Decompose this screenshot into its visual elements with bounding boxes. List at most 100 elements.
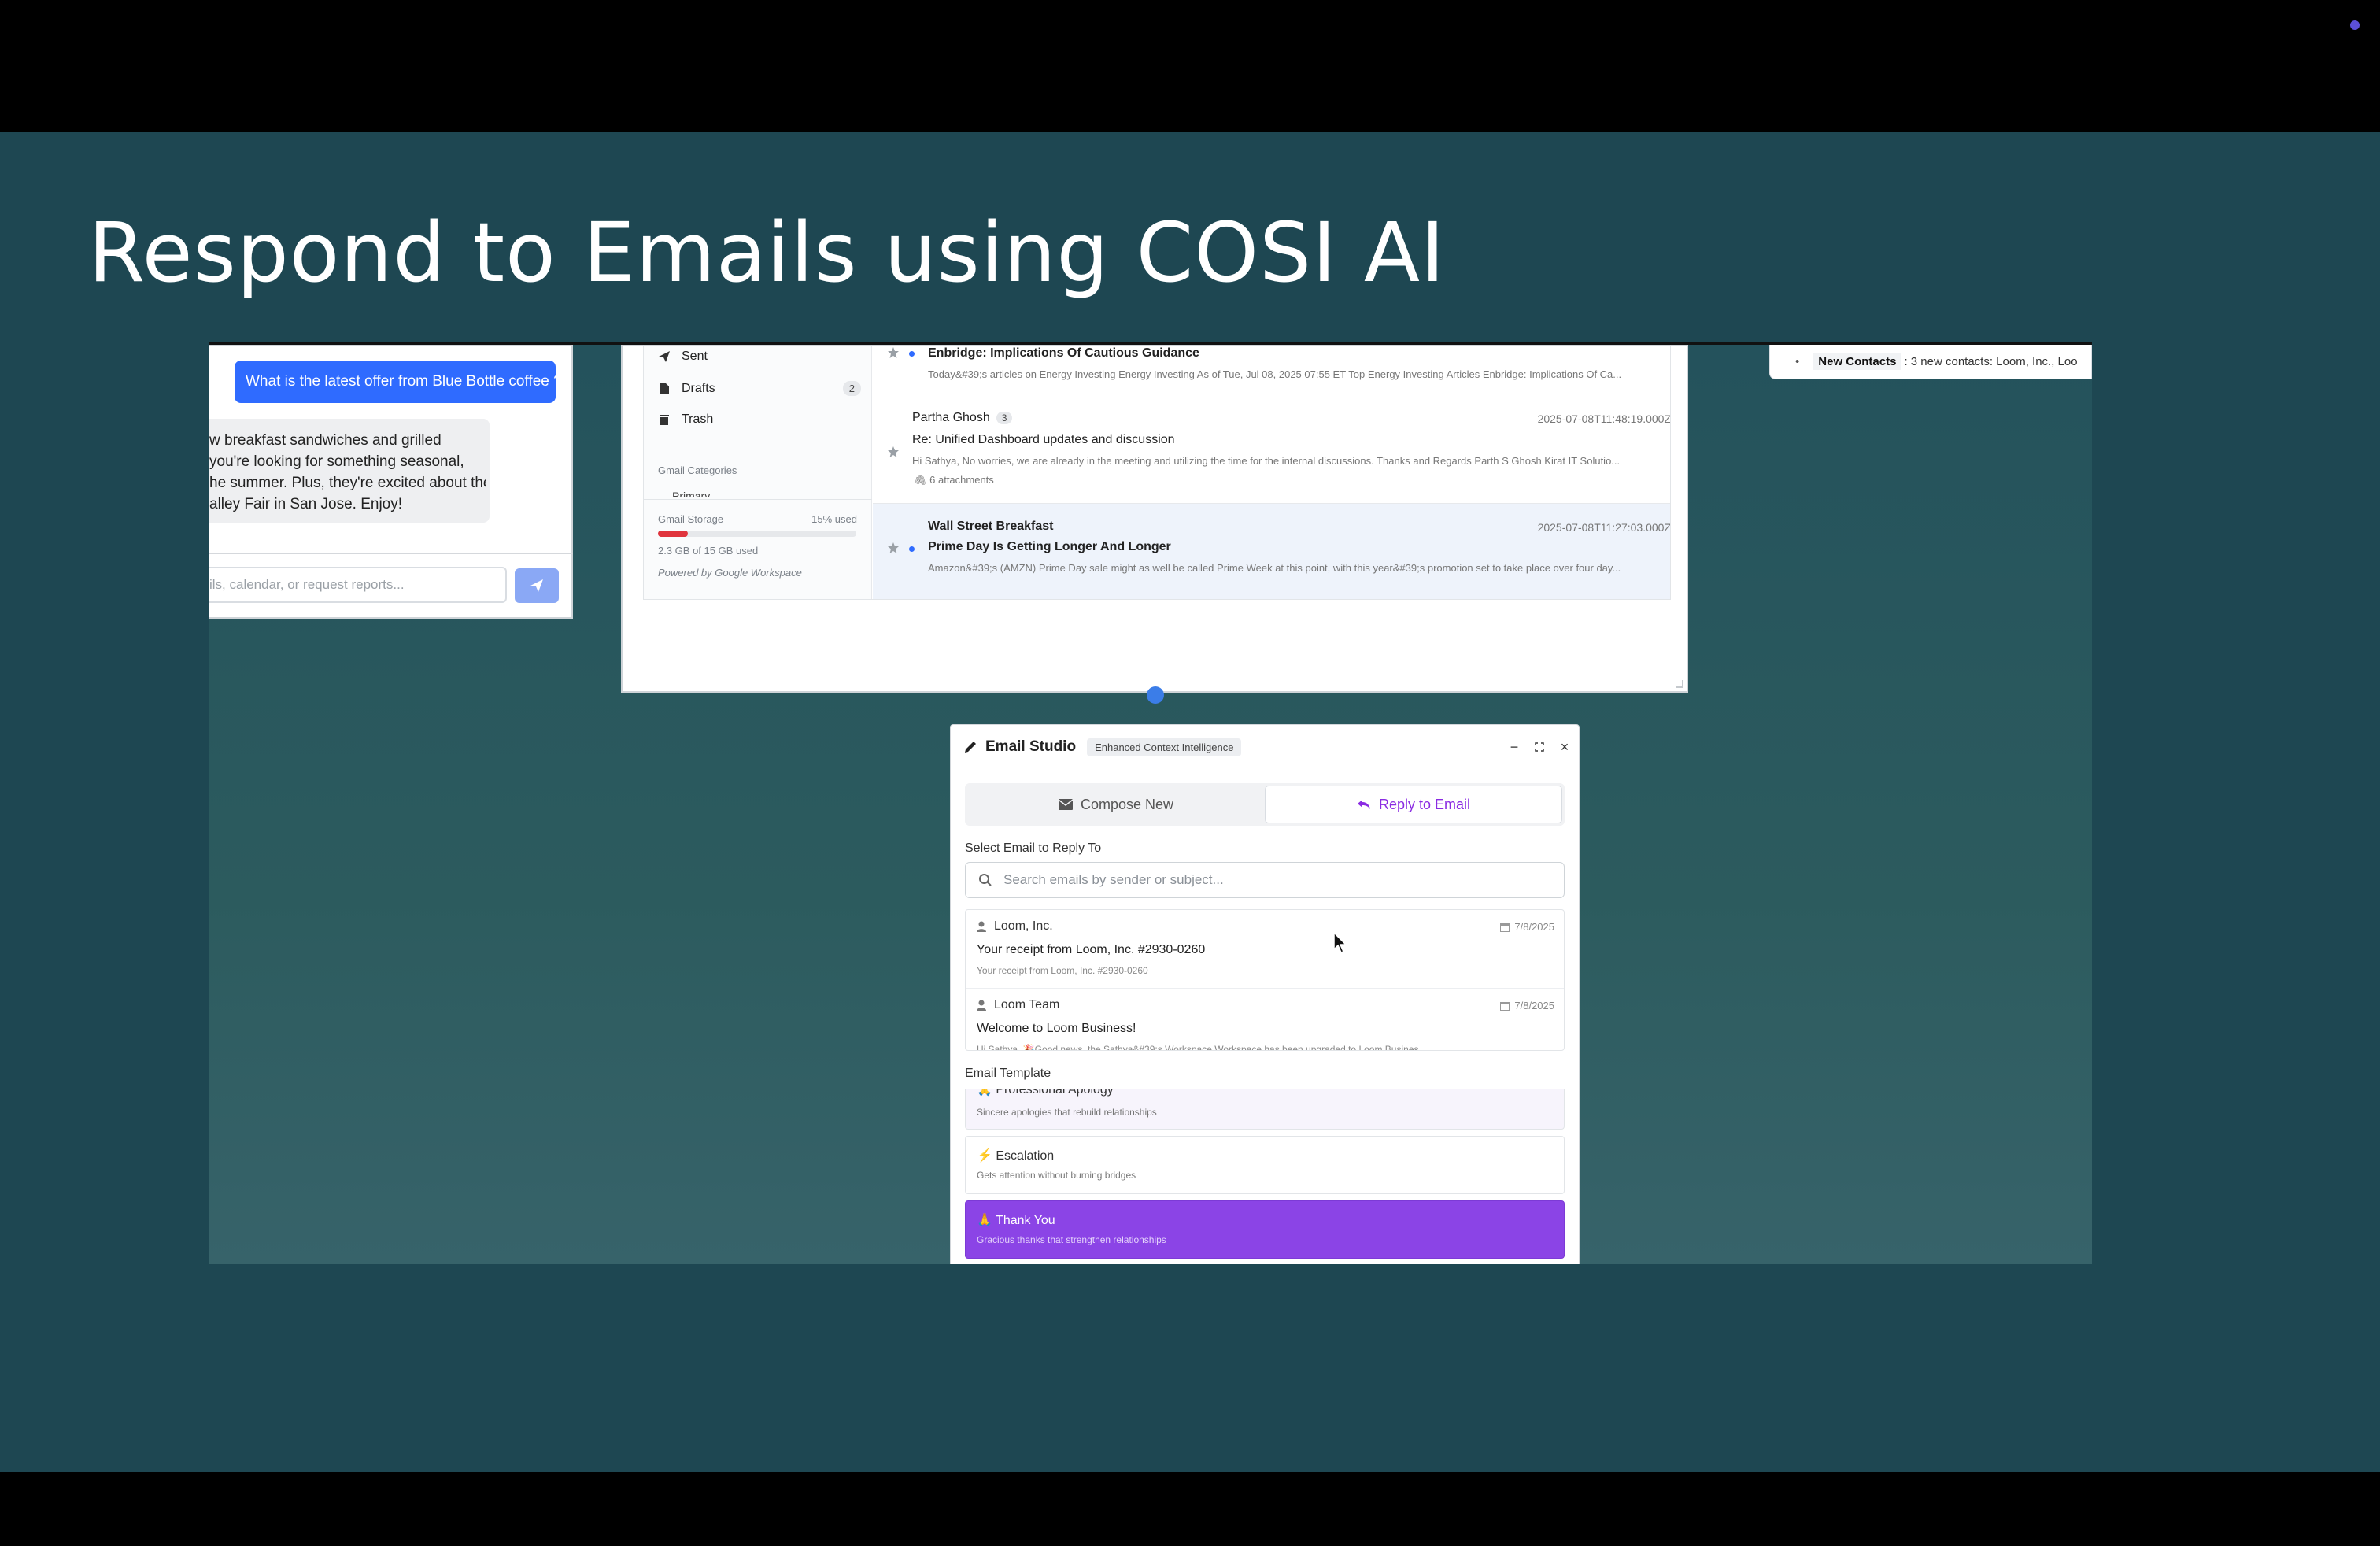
star-icon[interactable] — [887, 446, 900, 458]
email-snippet: Today&#39;s articles on Energy Investing… — [928, 368, 1622, 380]
email-subject: Enbridge: Implications Of Cautious Guida… — [928, 346, 1199, 360]
sidebar-item-drafts[interactable]: Drafts 2 — [658, 381, 861, 396]
chat-ai-message-line: alley Fair in San Jose. Enjoy! — [209, 496, 403, 512]
storage-used-text: 2.3 GB of 15 GB used — [658, 545, 759, 557]
search-input[interactable]: Search emails by sender or subject... — [965, 862, 1565, 898]
storage-progress-bar — [658, 531, 856, 537]
email-date: 2025-07-08T11:48:19.000Z — [1537, 412, 1671, 425]
reply-email-preview: Hi Sathya, 🎉Good news, the Sathya&#39;s … — [977, 1044, 1419, 1051]
reply-email-date-text: 7/8/2025 — [1514, 921, 1554, 933]
bottom-black-bar — [0, 1472, 2380, 1546]
reply-email-date-text: 7/8/2025 — [1514, 1000, 1554, 1012]
user-icon — [977, 1000, 986, 1011]
template-thank-you[interactable]: 🙏 Thank You Gracious thanks that strengt… — [965, 1200, 1565, 1259]
attachments-label: 🖇 6 attachments — [914, 474, 994, 486]
email-sender: Wall Street Breakfast — [928, 520, 1054, 533]
email-subject: Prime Day Is Getting Longer And Longer — [928, 540, 1171, 553]
search-icon — [978, 873, 992, 887]
reply-email-item[interactable]: Loom, Inc. 7/8/2025 Your receipt from Lo… — [966, 910, 1564, 989]
tab-label: Reply to Email — [1378, 796, 1471, 812]
chat-input[interactable]: ils, calendar, or request reports... — [209, 567, 507, 603]
close-icon[interactable]: × — [1557, 739, 1572, 755]
star-icon[interactable] — [887, 542, 900, 554]
email-studio-title: Email Studio — [985, 738, 1077, 755]
reply-email-list: Loom, Inc. 7/8/2025 Your receipt from Lo… — [965, 909, 1565, 1051]
chat-ai-message: w breakfast sandwiches and grilled you'r… — [209, 419, 490, 523]
studio-tabs: Compose New Reply to Email — [965, 783, 1565, 826]
chat-send-button[interactable] — [515, 568, 559, 603]
expand-icon[interactable] — [1532, 739, 1547, 755]
reply-email-date: 7/8/2025 — [1500, 1000, 1554, 1012]
envelope-icon — [1058, 799, 1073, 810]
reply-email-subject: Your receipt from Loom, Inc. #2930-0260 — [977, 943, 1206, 956]
reply-email-sender-name: Loom, Inc. — [994, 919, 1053, 933]
calendar-icon — [1500, 1001, 1510, 1011]
template-escalation[interactable]: ⚡ Escalation Gets attention without burn… — [965, 1136, 1565, 1194]
reply-email-preview: Your receipt from Loom, Inc. #2930-0260 — [977, 965, 1148, 976]
template-description: Sincere apologies that rebuild relations… — [977, 1107, 1157, 1118]
gmail-panel: Sent Drafts 2 Trash Gmail Categories Pri… — [621, 345, 1688, 704]
calendar-icon — [1500, 923, 1510, 932]
sidebar-item-label: Drafts — [682, 381, 715, 395]
chat-ai-message-line: w breakfast sandwiches and grilled — [209, 432, 442, 449]
email-row[interactable]: Enbridge: Implications Of Cautious Guida… — [873, 346, 1670, 398]
new-contacts-notification: • New Contacts : 3 new contacts: Loom, I… — [1769, 345, 2092, 379]
template-description: Gets attention without burning bridges — [977, 1170, 1136, 1181]
email-sender-name: Partha Ghosh — [912, 411, 990, 424]
reply-email-sender-name: Loom Team — [994, 998, 1060, 1012]
email-studio-header: Email Studio Enhanced Context Intelligen… — [951, 725, 1579, 769]
send-icon — [658, 350, 671, 363]
reply-icon — [1357, 799, 1371, 810]
template-name: 🙏 Professional Apology — [977, 1089, 1114, 1097]
drag-handle[interactable] — [1147, 686, 1164, 704]
gmail-categories-heading: Gmail Categories — [658, 464, 737, 476]
sidebar-item-trash[interactable]: Trash — [658, 412, 861, 427]
chat-divider — [209, 553, 573, 554]
storage-progress-fill — [658, 531, 688, 537]
sidebar-item-label: Trash — [682, 412, 714, 426]
screen-recording: What is the latest offer from Blue Bottl… — [209, 342, 2092, 1264]
sidebar-item-primary[interactable]: Primary — [672, 490, 710, 497]
email-row[interactable]: Wall Street Breakfast 2025-07-08T11:27:0… — [873, 504, 1671, 599]
file-icon — [658, 383, 671, 395]
bullet-icon: • — [1795, 355, 1800, 368]
new-contacts-label: New Contacts — [1813, 353, 1901, 370]
reply-email-sender: Loom Team — [977, 998, 1059, 1012]
trash-icon — [658, 413, 671, 426]
storage-label: Gmail Storage — [658, 513, 724, 525]
template-name: 🙏 Thank You — [977, 1214, 1055, 1227]
gmail-inbox: Sent Drafts 2 Trash Gmail Categories Pri… — [643, 346, 1671, 600]
recording-indicator-icon — [2350, 20, 2360, 30]
star-icon[interactable] — [887, 346, 900, 359]
tab-compose-new[interactable]: Compose New — [967, 786, 1265, 823]
storage-percent: 15% used — [811, 513, 857, 525]
email-date: 2025-07-08T11:27:03.000Z — [1537, 521, 1671, 534]
minimize-icon[interactable]: − — [1506, 739, 1522, 755]
resize-grip-icon[interactable] — [1676, 680, 1683, 688]
sidebar-item-sent[interactable]: Sent — [658, 350, 861, 364]
thread-count-badge: 3 — [996, 412, 1013, 424]
chat-window: What is the latest offer from Blue Bottl… — [209, 345, 573, 619]
template-name: ⚡ Escalation — [977, 1149, 1055, 1163]
drafts-count-badge: 2 — [842, 381, 861, 396]
email-template-label: Email Template — [965, 1067, 1051, 1080]
attachments-count: 6 attachments — [929, 474, 994, 486]
tab-reply-to-email[interactable]: Reply to Email — [1265, 786, 1562, 823]
tab-label: Compose New — [1080, 796, 1174, 812]
template-professional-apology[interactable]: 🙏 Professional Apology Sincere apologies… — [965, 1089, 1565, 1130]
email-sender: Partha Ghosh 3 — [912, 411, 1013, 425]
slide-title: Respond to Emails using COSI AI — [88, 205, 1446, 301]
reply-email-sender: Loom, Inc. — [977, 919, 1053, 934]
search-placeholder: Search emails by sender or subject... — [1003, 872, 1224, 887]
chat-ai-message-line: he summer. Plus, they're excited about t… — [209, 475, 486, 491]
chat-ai-message-line: you're looking for something seasonal, — [209, 453, 464, 470]
top-black-bar — [0, 0, 2380, 132]
gmail-sidebar: Sent Drafts 2 Trash Gmail Categories Pri… — [644, 346, 872, 599]
reply-email-item[interactable]: Loom Team 7/8/2025 Welcome to Loom Busin… — [966, 989, 1564, 1051]
mouse-cursor-icon — [1333, 932, 1347, 953]
storage-divider — [644, 499, 872, 500]
reply-email-subject: Welcome to Loom Business! — [977, 1022, 1136, 1035]
template-list: 🙏 Professional Apology Sincere apologies… — [965, 1089, 1565, 1264]
user-icon — [977, 921, 986, 932]
email-row[interactable]: Partha Ghosh 3 2025-07-08T11:48:19.000Z R… — [873, 398, 1671, 504]
